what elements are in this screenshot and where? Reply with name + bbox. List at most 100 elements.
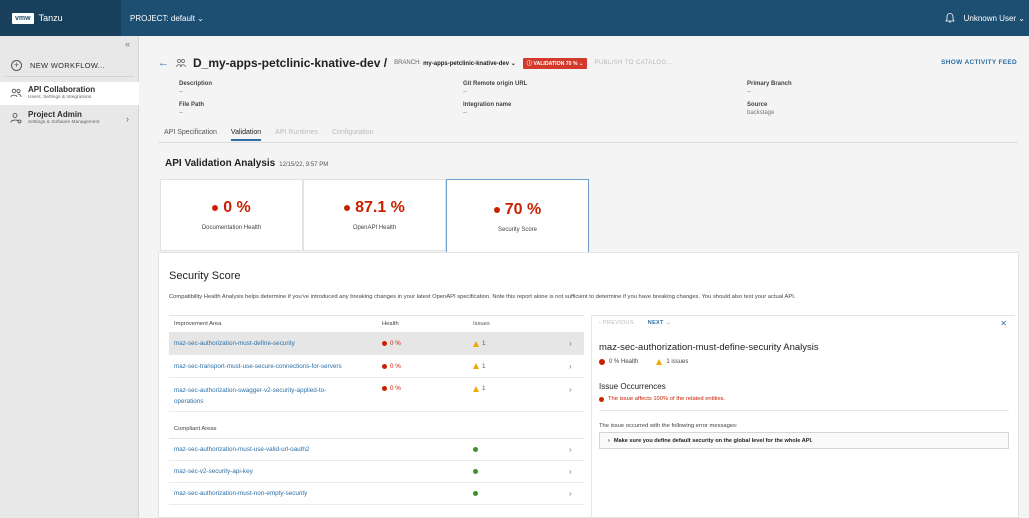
rule-name-link[interactable]: maz-sec-authorization-must-define-securi… — [174, 340, 382, 347]
health-value: 0 % — [390, 340, 401, 347]
score-cards: 0 % Documentation Health 87.1 % OpenAPI … — [160, 179, 589, 254]
show-activity-feed-link[interactable]: SHOW ACTIVITY FEED — [941, 59, 1017, 66]
tab-configuration[interactable]: Configuration — [332, 129, 374, 141]
rule-name-line: maz-sec-authorization-swagger-v2-securit… — [174, 387, 327, 394]
security-score-card[interactable]: 70 % Security Score — [446, 179, 589, 254]
sidebar-item-sublabel: Settings & Software Management — [28, 120, 100, 125]
close-icon[interactable]: ✕ — [1000, 319, 1007, 328]
detail-health: 0 % Health — [609, 359, 639, 365]
table-row[interactable]: maz-sec-v2-security-api-key › — [169, 461, 584, 483]
issues-count: 1 — [482, 385, 486, 392]
error-message: Make sure you define default security on… — [613, 437, 813, 444]
card-label: OpenAPI Health — [352, 225, 397, 231]
next-button[interactable]: NEXT → — [648, 320, 672, 326]
error-icon — [382, 341, 387, 346]
check-icon — [473, 491, 478, 496]
chevron-right-icon: › — [608, 437, 610, 444]
table-row[interactable]: maz-sec-authorization-must-use-valid-url… — [169, 439, 584, 461]
chevron-right-icon[interactable]: › — [569, 489, 583, 498]
occurrences-desc: The issue affects 100% of the related en… — [599, 396, 725, 402]
table-header: Improvement Area Health Issues — [169, 315, 584, 333]
meta-value: -- — [463, 110, 467, 116]
meta-label: Source — [747, 102, 768, 108]
detail-nav: ‹ PREVIOUS NEXT → — [599, 320, 671, 326]
sidebar-item-label: Project Admin — [28, 110, 82, 119]
rule-name-link[interactable]: maz-sec-authorization-must-non-empty-sec… — [174, 490, 382, 497]
tab-bar: API Specification Validation API Runtime… — [164, 129, 374, 141]
documentation-health-card[interactable]: 0 % Documentation Health — [160, 179, 303, 251]
meta-value: -- — [463, 89, 467, 95]
error-intro: The issue occurred with the following er… — [599, 423, 738, 429]
brand[interactable]: vmw Tanzu — [0, 0, 121, 36]
error-icon — [382, 363, 387, 369]
meta-label: Primary Branch — [747, 81, 792, 87]
rule-name-link[interactable]: maz-sec-transport-must-use-secure-connec… — [174, 363, 382, 370]
chevron-right-icon[interactable]: › — [569, 362, 583, 371]
error-icon — [382, 386, 387, 391]
tab-validation[interactable]: Validation — [230, 129, 262, 141]
card-label: Documentation Health — [201, 225, 262, 231]
chevron-right-icon[interactable]: › — [569, 445, 583, 454]
improvement-table: Improvement Area Health Issues maz-sec-a… — [169, 315, 584, 505]
bell-icon[interactable] — [944, 12, 956, 24]
sidebar-item-api-collaboration[interactable]: API Collaboration Users, Settings & Inte… — [0, 82, 139, 105]
tab-api-specification[interactable]: API Specification — [164, 129, 217, 141]
meta-file-path: File Path -- — [179, 102, 204, 116]
card-value: 70 % — [504, 200, 542, 218]
openapi-health-card[interactable]: 87.1 % OpenAPI Health — [303, 179, 446, 251]
tab-api-runtimes[interactable]: API Runtimes — [275, 129, 318, 141]
occurrences-text: The issue affects 100% of the related en… — [608, 396, 726, 402]
meta-value: -- — [747, 89, 751, 95]
plus-icon: + — [11, 60, 22, 71]
back-arrow-icon[interactable]: ← — [158, 57, 169, 69]
meta-value: -- — [179, 110, 183, 116]
meta-source: Source backstage — [747, 102, 774, 116]
section-description: Compatibility Health Analysis helps dete… — [169, 294, 796, 300]
main-content: ← D_my-apps-petclinic-knative-dev / BRAN… — [139, 36, 1029, 518]
branch-selector[interactable]: BRANCH: my-apps-petclinic-knative-dev ⌄ — [394, 60, 516, 67]
meta-description: Description -- — [179, 81, 212, 95]
team-icon — [176, 59, 186, 68]
detail-title: maz-sec-authorization-must-define-securi… — [599, 342, 819, 353]
column-header: Improvement Area — [174, 321, 222, 327]
branch-label: BRANCH: — [394, 60, 422, 66]
card-label: Security Score — [497, 226, 537, 233]
error-icon — [493, 206, 500, 213]
previous-button[interactable]: ‹ PREVIOUS — [599, 320, 634, 326]
rule-name-line: operations — [174, 398, 204, 405]
project-title-row: ← D_my-apps-petclinic-knative-dev / BRAN… — [158, 56, 673, 70]
chevron-right-icon[interactable]: › — [569, 467, 583, 476]
issues-count: 1 — [482, 340, 486, 347]
sidebar-item-project-admin[interactable]: Project Admin Settings & Software Manage… — [0, 108, 139, 131]
meta-label: Git Remote origin URL — [463, 81, 528, 87]
project-selector[interactable]: PROJECT: default ⌄ — [130, 14, 204, 23]
sidebar-item-label: API Collaboration — [28, 85, 96, 94]
column-header: Issues — [473, 321, 490, 327]
analysis-title: API Validation Analysis — [165, 158, 276, 169]
user-menu[interactable]: Unknown User ⌄ — [964, 14, 1025, 23]
health-value: 0 % — [390, 385, 401, 392]
chevron-right-icon[interactable]: › — [569, 385, 583, 394]
chevron-right-icon[interactable]: › — [569, 339, 583, 348]
validation-badge[interactable]: ⓘ VALIDATION 70 % ⌄ — [522, 57, 588, 69]
check-icon — [473, 447, 478, 452]
new-workflow-button[interactable]: + NEW WORKFLOW... — [5, 55, 134, 77]
error-message-expander[interactable]: › Make sure you define default security … — [599, 432, 1009, 449]
detail-stats: 0 % Health 1 issues — [599, 359, 688, 365]
table-row[interactable]: maz-sec-authorization-must-non-empty-sec… — [169, 483, 584, 505]
detail-issues: 1 issues — [666, 359, 689, 365]
error-icon — [344, 205, 351, 211]
table-row[interactable]: maz-sec-authorization-must-define-securi… — [169, 333, 584, 355]
column-header: Health — [382, 321, 399, 327]
collapse-sidebar-button[interactable]: « — [125, 39, 130, 49]
warning-icon — [473, 385, 479, 392]
user-settings-icon — [10, 113, 22, 124]
table-row[interactable]: maz-sec-authorization-swagger-v2-securit… — [169, 378, 584, 412]
issues-count: 1 — [482, 362, 486, 370]
rule-name-link[interactable]: maz-sec-authorization-must-use-valid-url… — [174, 446, 382, 453]
rule-name-link[interactable]: maz-sec-authorization-swagger-v2-securit… — [174, 385, 382, 407]
meta-primary-branch: Primary Branch -- — [747, 81, 792, 95]
table-row[interactable]: maz-sec-transport-must-use-secure-connec… — [169, 355, 584, 378]
publish-to-catalog-button[interactable]: PUBLISH TO CATALOG... — [594, 60, 672, 66]
rule-name-link[interactable]: maz-sec-v2-security-api-key — [174, 468, 382, 475]
